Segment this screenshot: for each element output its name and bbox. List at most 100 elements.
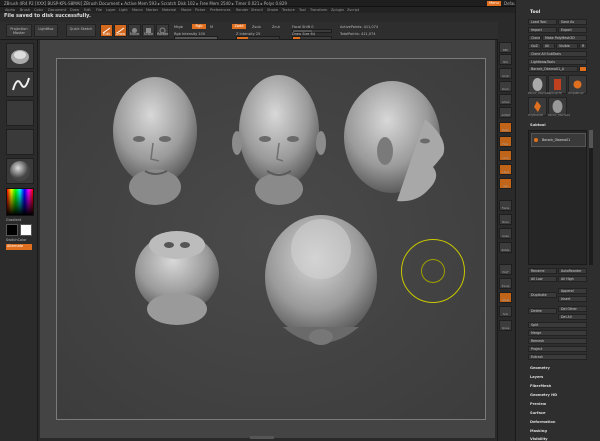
menu-file[interactable]: File: [96, 8, 102, 12]
section-preview[interactable]: Preview: [530, 402, 546, 406]
section-layers[interactable]: Layers: [530, 375, 543, 379]
scale-view-button[interactable]: Scale: [499, 228, 512, 239]
xpose-button[interactable]: Xpose: [499, 320, 512, 331]
lightbox-button[interactable]: LightBox: [34, 24, 58, 37]
menu-draw[interactable]: Draw: [70, 8, 79, 12]
section-visibility[interactable]: Visibility: [530, 437, 548, 441]
del-other-button[interactable]: Del Other: [558, 306, 587, 312]
menu-button[interactable]: Menu: [487, 1, 501, 6]
append-button[interactable]: Append: [558, 288, 587, 294]
actual-button[interactable]: Actual: [499, 94, 512, 105]
subtool-scrollbar[interactable]: [589, 130, 593, 265]
rotate-view-button[interactable]: Rotate: [499, 242, 512, 253]
rgb-button[interactable]: Rgb: [192, 24, 206, 29]
visible-button[interactable]: Visible: [556, 43, 578, 49]
project-button[interactable]: Project: [528, 346, 587, 352]
transp-button[interactable]: Transp: [499, 278, 512, 289]
move-button[interactable]: Move: [128, 24, 141, 37]
menu-zplugin[interactable]: Zplugin: [331, 8, 344, 12]
menu-movie[interactable]: Movie: [181, 8, 191, 12]
delete-button[interactable]: Delete: [528, 308, 557, 314]
save-as-button[interactable]: Save As: [558, 19, 587, 25]
color-picker[interactable]: [6, 188, 34, 216]
lightbox-tools-button[interactable]: Lightbox▸Tools: [528, 59, 587, 65]
edit-button[interactable]: Edit: [100, 24, 113, 37]
section-geometry[interactable]: Geometry: [530, 366, 550, 370]
frame-button[interactable]: Frame: [499, 200, 512, 211]
bottom-tray-handle[interactable]: [250, 436, 274, 439]
local-button[interactable]: Local: [499, 150, 512, 161]
load-tool-button[interactable]: Load Tool: [528, 19, 557, 25]
split-button[interactable]: Split: [528, 322, 587, 328]
clone-button[interactable]: Clone: [528, 35, 541, 41]
menu-stroke[interactable]: Stroke: [267, 8, 278, 12]
goz-button[interactable]: GoZ: [528, 43, 541, 49]
menu-texture[interactable]: Texture: [282, 8, 295, 12]
menu-tool[interactable]: Tool: [299, 8, 306, 12]
alpha-thumbnail[interactable]: [6, 100, 34, 126]
gradient-label[interactable]: Gradient: [6, 218, 21, 222]
mrgb-label[interactable]: Mrgb: [174, 25, 183, 29]
draw-button[interactable]: Draw: [114, 24, 127, 37]
menu-macro[interactable]: Macro: [132, 8, 143, 12]
zcut-button[interactable]: Zcut: [272, 25, 280, 29]
xyz-button[interactable]: Xyz: [499, 178, 512, 189]
menu-alpha[interactable]: Alpha: [5, 8, 15, 12]
polyf-button[interactable]: PolyF: [499, 264, 512, 275]
all-low-button[interactable]: All Low: [528, 276, 557, 282]
zoom-button[interactable]: Zoom: [499, 81, 512, 92]
import-button[interactable]: Import: [528, 27, 557, 33]
projection-master-button[interactable]: Projection Master: [6, 24, 32, 37]
menu-light[interactable]: Light: [119, 8, 128, 12]
main-color-swatch[interactable]: [6, 224, 18, 236]
aahalf-button[interactable]: AAHalf: [499, 107, 512, 118]
brush-thumbnail[interactable]: [6, 43, 34, 69]
menu-stencil[interactable]: Stencil: [251, 8, 263, 12]
insert-button[interactable]: Insert: [558, 296, 587, 302]
all-button[interactable]: All: [542, 43, 555, 49]
menu-material[interactable]: Material: [162, 8, 176, 12]
autoreorder-button[interactable]: AutoReorder: [558, 268, 587, 274]
tool-r-button[interactable]: [579, 66, 587, 72]
texture-thumbnail[interactable]: [6, 129, 34, 155]
menu-zscript[interactable]: Zscript: [347, 8, 359, 12]
menu-brush[interactable]: Brush: [20, 8, 30, 12]
material-thumbnail[interactable]: [6, 158, 34, 184]
rotate-button[interactable]: Rotate: [156, 24, 169, 37]
menu-preferences[interactable]: Preferences: [210, 8, 231, 12]
menu-color[interactable]: Color: [34, 8, 43, 12]
rename-button[interactable]: Rename: [528, 268, 557, 274]
del-all-button[interactable]: Del All: [558, 314, 587, 320]
alternate-button[interactable]: Alternate: [6, 244, 32, 250]
move-view-button[interactable]: Move: [499, 214, 512, 225]
floor-button[interactable]: Floor: [499, 136, 512, 147]
document-canvas[interactable]: [56, 58, 486, 420]
duplicate-button[interactable]: Duplicate: [528, 292, 557, 298]
menu-transform[interactable]: Transform: [310, 8, 327, 12]
section-deformation[interactable]: Deformation: [530, 420, 555, 424]
lsym-button[interactable]: L.Sym: [499, 164, 512, 175]
menu-edit[interactable]: Edit: [84, 8, 91, 12]
scale-button[interactable]: Scale: [142, 24, 155, 37]
menu-picker[interactable]: Picker: [195, 8, 205, 12]
quick-sketch-button[interactable]: Quick Sketch: [66, 24, 96, 37]
r-button[interactable]: R: [579, 43, 587, 49]
subtool-item-active[interactable]: Barack_Obama01: [531, 133, 586, 147]
section-geometry-hd[interactable]: Geometry HD: [530, 393, 557, 397]
scroll-button[interactable]: Scroll: [499, 68, 512, 79]
section-surface[interactable]: Surface: [530, 411, 545, 415]
ghost-button[interactable]: Ghost: [499, 292, 512, 303]
secondary-color-swatch[interactable]: [20, 224, 32, 236]
all-high-button[interactable]: All High: [558, 276, 587, 282]
subtool-visibility-icon[interactable]: [534, 138, 538, 142]
section-fibermesh[interactable]: FiberMesh: [530, 384, 551, 388]
zadd-button[interactable]: Zadd: [232, 24, 246, 29]
remesh-button[interactable]: Remesh: [528, 338, 587, 344]
extract-button[interactable]: Extract: [528, 354, 587, 360]
subtool-list[interactable]: Barack_Obama01: [528, 130, 587, 265]
export-button[interactable]: Export: [558, 27, 587, 33]
m-button[interactable]: M: [210, 25, 213, 29]
persp-button[interactable]: Persp: [499, 122, 512, 133]
menu-layer[interactable]: Layer: [106, 8, 116, 12]
menu-document[interactable]: Document: [48, 8, 66, 12]
